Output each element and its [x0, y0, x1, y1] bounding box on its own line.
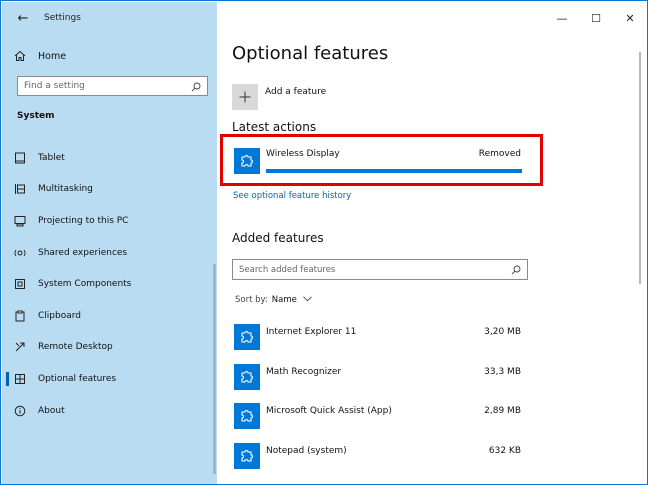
page-title: Optional features: [232, 43, 389, 64]
chevron-down-icon: [303, 295, 312, 305]
sidebar-item-label: About: [38, 405, 65, 416]
search-added-features-input[interactable]: [239, 264, 511, 275]
main-scrollbar[interactable]: [639, 52, 641, 284]
main-content: — ☐ ✕ Optional features Add a feature La…: [217, 2, 647, 484]
settings-window: ← Settings Home System Tablet: [0, 0, 648, 485]
sidebar-item-remote-desktop[interactable]: Remote Desktop: [2, 332, 217, 364]
latest-actions-title: Latest actions: [232, 120, 317, 134]
progress-fill: [266, 169, 522, 173]
feature-size: 3,20 MB: [484, 327, 521, 337]
sidebar-scrollbar[interactable]: [213, 264, 216, 474]
puzzle-icon: [234, 324, 260, 350]
sidebar-item-tablet[interactable]: Tablet: [2, 142, 217, 174]
back-button[interactable]: ←: [2, 2, 44, 34]
list-item[interactable]: Math Recognizer 33,3 MB: [232, 362, 524, 402]
added-features-title: Added features: [232, 231, 324, 245]
latest-action-item[interactable]: Wireless Display Removed: [232, 145, 524, 179]
sidebar-item-clipboard[interactable]: Clipboard: [2, 300, 217, 332]
about-icon: [2, 405, 38, 417]
home-icon: [2, 50, 38, 62]
feature-size: 2,89 MB: [484, 406, 521, 416]
projecting-icon: [2, 215, 38, 227]
shared-experiences-icon: [2, 247, 38, 259]
sidebar-item-label: Optional features: [38, 373, 117, 384]
add-feature-label: Add a feature: [265, 87, 327, 97]
sidebar: ← Settings Home System Tablet: [2, 2, 217, 484]
latest-item-name: Wireless Display: [266, 149, 340, 159]
feature-name: Microsoft Quick Assist (App): [266, 406, 392, 416]
puzzle-icon: [234, 403, 260, 429]
find-setting-search[interactable]: [17, 76, 208, 96]
feature-name: Notepad (system): [266, 445, 347, 456]
feature-name: Internet Explorer 11: [266, 327, 357, 337]
list-item[interactable]: Microsoft Quick Assist (App) 2,89 MB: [232, 401, 524, 441]
title-bar: ← Settings: [2, 2, 217, 34]
list-item[interactable]: Notepad (system) 632 KB: [232, 441, 524, 481]
feature-size: 632 KB: [488, 445, 521, 456]
close-icon: ✕: [625, 11, 635, 25]
close-button[interactable]: ✕: [613, 2, 647, 34]
clipboard-icon: [2, 310, 38, 322]
sidebar-item-optional-features[interactable]: Optional features: [2, 363, 217, 395]
tablet-icon: [2, 152, 38, 164]
puzzle-icon: [234, 148, 260, 174]
sidebar-item-system-components[interactable]: System Components: [2, 268, 217, 300]
sidebar-item-label: Shared experiences: [38, 247, 128, 258]
sidebar-item-multitasking[interactable]: Multitasking: [2, 174, 217, 206]
sidebar-item-label: Tablet: [38, 152, 65, 163]
progress-bar: [266, 169, 522, 173]
sidebar-item-projecting[interactable]: Projecting to this PC: [2, 205, 217, 237]
search-icon: [191, 77, 201, 96]
sidebar-item-label: Clipboard: [38, 310, 81, 321]
sidebar-item-label: Projecting to this PC: [38, 215, 129, 226]
sidebar-item-about[interactable]: About: [2, 395, 217, 427]
search-icon: [511, 260, 521, 279]
remote-desktop-icon: [2, 341, 38, 353]
minimize-button[interactable]: —: [545, 2, 579, 34]
home-label: Home: [38, 50, 67, 62]
list-item[interactable]: Internet Explorer 11 3,20 MB: [232, 322, 524, 362]
multitasking-icon: [2, 183, 38, 195]
find-setting-input[interactable]: [24, 81, 191, 91]
sidebar-item-label: Remote Desktop: [38, 342, 113, 353]
feature-size: 33,3 MB: [484, 366, 521, 377]
sidebar-item-label: System Components: [38, 279, 132, 290]
sort-control[interactable]: Sort by: Name: [235, 295, 312, 305]
sidebar-item-label: Multitasking: [38, 184, 93, 195]
feature-name: Math Recognizer: [266, 366, 342, 377]
sidebar-nav: Tablet Multitasking Projecting to this P…: [2, 142, 217, 426]
window-title: Settings: [44, 13, 81, 23]
section-label-system: System: [17, 111, 55, 121]
minimize-icon: —: [556, 11, 568, 25]
sidebar-item-shared-experiences[interactable]: Shared experiences: [2, 237, 217, 269]
home-nav-item[interactable]: Home: [2, 45, 217, 67]
search-added-features[interactable]: [232, 259, 528, 280]
system-components-icon: [2, 278, 38, 290]
sort-label: Sort by:: [235, 295, 268, 305]
maximize-icon: ☐: [591, 11, 601, 25]
puzzle-icon: [234, 442, 260, 469]
back-arrow-icon: ←: [17, 10, 29, 26]
sort-value: Name: [271, 295, 297, 305]
maximize-button[interactable]: ☐: [579, 2, 613, 34]
latest-item-status: Removed: [478, 149, 521, 159]
feature-history-link[interactable]: See optional feature history: [233, 191, 351, 201]
puzzle-icon: [234, 363, 260, 390]
plus-icon: [232, 84, 258, 110]
added-features-list: Internet Explorer 11 3,20 MB Math Recogn…: [232, 322, 524, 480]
window-controls: — ☐ ✕: [545, 2, 647, 34]
optional-features-icon: [2, 373, 38, 385]
add-feature-button[interactable]: Add a feature: [232, 84, 326, 110]
